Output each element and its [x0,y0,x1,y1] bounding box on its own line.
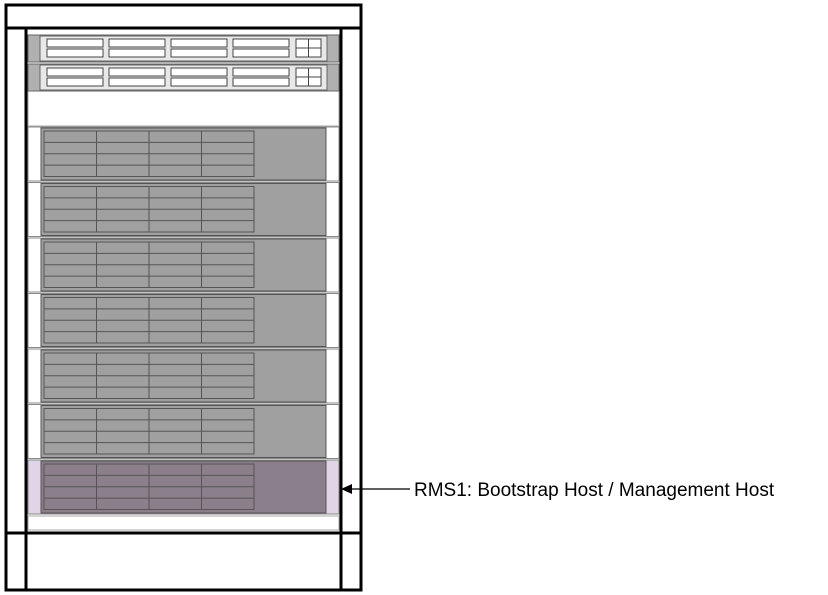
server-unit [27,126,340,182]
switch-port [232,48,290,58]
switch-port [46,38,104,48]
server-unit-rms1 [27,459,340,515]
rack-blank-panel [27,89,340,127]
switch-port [232,67,290,77]
switch-port [108,48,166,58]
switch-port [46,67,104,77]
switch-unit [27,34,340,63]
switch-port [170,38,228,48]
switch-port [232,77,290,87]
server-unit [27,404,340,459]
switch-port [46,48,104,58]
switch-unit [27,63,340,92]
switches-layer [27,34,340,92]
rms1-label: RMS1: Bootstrap Host / Management Host [414,480,775,501]
server-unit [27,293,340,348]
switch-port [46,77,104,87]
annotation-arrow [341,484,410,494]
switch-port [108,38,166,48]
switch-port [170,48,228,58]
server-unit [27,182,340,237]
switch-port [170,77,228,87]
switch-port [170,67,228,77]
switch-port [108,67,166,77]
rack-bottom-blank [27,515,340,531]
servers-layer [27,126,340,515]
switch-port [108,77,166,87]
switch-port [232,38,290,48]
server-unit [27,237,340,293]
server-rack-diagram: RMS1: Bootstrap Host / Management Host [4,3,775,592]
server-unit [27,348,340,404]
